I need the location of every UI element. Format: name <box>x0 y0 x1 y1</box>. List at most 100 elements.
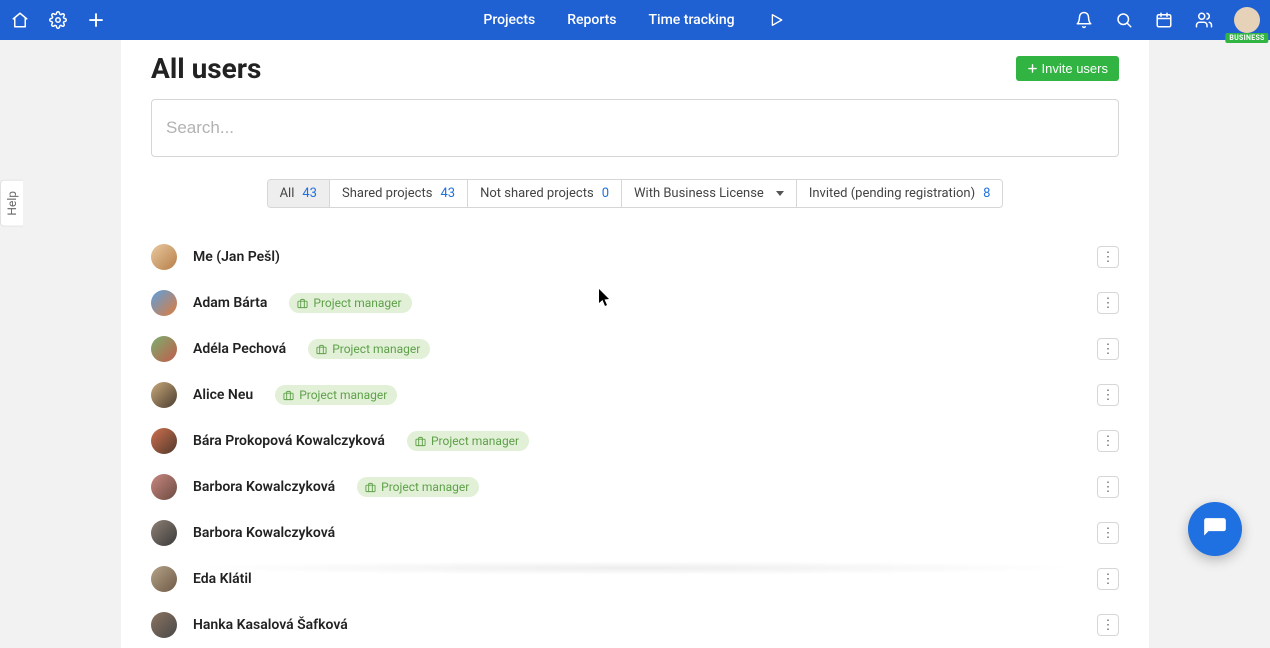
chevron-down-icon <box>776 191 784 196</box>
filter-invited-label: Invited (pending registration) <box>809 186 975 201</box>
row-menu-button[interactable]: ⋮ <box>1097 476 1119 498</box>
filter-shared-count: 43 <box>440 186 455 201</box>
bell-icon[interactable] <box>1074 10 1094 30</box>
row-menu-button[interactable]: ⋮ <box>1097 338 1119 360</box>
user-avatar <box>151 566 177 592</box>
main-panel: All users Invite users All 43 Shared pro… <box>121 40 1149 648</box>
user-row[interactable]: Barbora KowalczykováProject manager⋮ <box>151 464 1119 510</box>
user-row[interactable]: Bára Prokopová Kowalczyková Project manag… <box>151 418 1119 464</box>
search-input[interactable] <box>166 118 1104 138</box>
nav-projects[interactable]: Projects <box>483 12 535 28</box>
row-menu-button[interactable]: ⋮ <box>1097 384 1119 406</box>
user-avatar <box>151 290 177 316</box>
user-avatar <box>151 428 177 454</box>
user-avatar <box>151 244 177 270</box>
role-label: Project manager <box>313 296 401 310</box>
user-name: Adam Bárta <box>193 295 267 311</box>
nav-center: Projects Reports Time tracking <box>483 10 786 30</box>
user-row[interactable]: Barbora Kowalczyková ⋮ <box>151 510 1119 556</box>
user-row[interactable]: Adéla Pechová Project manager ⋮ <box>151 326 1119 372</box>
filter-shared[interactable]: Shared projects 43 <box>330 180 468 207</box>
kebab-icon: ⋮ <box>1102 527 1115 540</box>
filter-invited-count: 8 <box>983 186 990 201</box>
search-icon[interactable] <box>1114 10 1134 30</box>
kebab-icon: ⋮ <box>1102 619 1115 632</box>
role-label: Project manager <box>431 434 519 448</box>
row-menu-button[interactable]: ⋮ <box>1097 430 1119 452</box>
user-row[interactable]: Alice Neu Project manager ⋮ <box>151 372 1119 418</box>
business-badge: BUSINESS <box>1225 33 1268 43</box>
gear-icon[interactable] <box>48 10 68 30</box>
user-name: Adéla Pechová <box>193 341 286 357</box>
role-pill: Project manager <box>289 293 411 313</box>
user-list: Me (Jan Pešl) ⋮ Adam Bárta Project manager ⋮… <box>151 234 1119 648</box>
user-name: Bára Prokopová Kowalczyková <box>193 433 385 449</box>
home-icon[interactable] <box>10 10 30 30</box>
user-name: Eda Klátil <box>193 571 252 587</box>
role-label: Project manager <box>381 480 469 494</box>
kebab-icon: ⋮ <box>1102 297 1115 310</box>
help-tab[interactable]: Help <box>0 180 23 227</box>
kebab-icon: ⋮ <box>1102 389 1115 402</box>
role-pill: Project manager <box>407 431 529 451</box>
filter-business[interactable]: With Business License <box>622 180 797 207</box>
user-avatar <box>151 520 177 546</box>
filter-shared-label: Shared projects <box>342 186 432 201</box>
filter-not-shared-count: 0 <box>602 186 609 201</box>
user-avatar-top[interactable]: BUSINESS <box>1234 7 1260 33</box>
user-name: Me (Jan Pešl) <box>193 249 280 265</box>
filter-not-shared[interactable]: Not shared projects 0 <box>468 180 622 207</box>
calendar-icon[interactable] <box>1154 10 1174 30</box>
role-label: Project manager <box>299 388 387 402</box>
user-avatar <box>151 612 177 638</box>
filter-all-label: All <box>280 186 295 201</box>
filter-business-label: With Business License <box>634 186 764 201</box>
row-menu-button[interactable]: ⋮ <box>1097 522 1119 544</box>
briefcase-icon <box>365 482 376 493</box>
role-pill: Project manager <box>357 477 479 497</box>
briefcase-icon <box>297 298 308 309</box>
chat-icon <box>1202 516 1228 542</box>
kebab-icon: ⋮ <box>1102 251 1115 264</box>
nav-left <box>10 10 106 30</box>
user-name: Hanka Kasalová Šafková <box>193 617 348 633</box>
kebab-icon: ⋮ <box>1102 481 1115 494</box>
user-row[interactable]: Eda Klátil ⋮ <box>151 556 1119 602</box>
invite-users-label: Invite users <box>1042 61 1108 76</box>
invite-users-button[interactable]: Invite users <box>1016 56 1119 81</box>
role-label: Project manager <box>332 342 420 356</box>
briefcase-icon <box>316 344 327 355</box>
search-box[interactable] <box>151 99 1119 157</box>
nav-time-tracking[interactable]: Time tracking <box>649 12 735 28</box>
user-row[interactable]: Adam Bárta Project manager ⋮ <box>151 280 1119 326</box>
filter-all-count: 43 <box>302 186 317 201</box>
briefcase-icon <box>415 436 426 447</box>
filter-group: All 43 Shared projects 43 Not shared pro… <box>267 179 1004 208</box>
user-row[interactable]: Hanka Kasalová Šafková ⋮ <box>151 602 1119 648</box>
page-title: All users <box>151 52 261 85</box>
user-name: Barbora Kowalczyková <box>193 525 335 541</box>
play-icon[interactable] <box>767 10 787 30</box>
filter-not-shared-label: Not shared projects <box>480 186 594 201</box>
kebab-icon: ⋮ <box>1102 435 1115 448</box>
row-menu-button[interactable]: ⋮ <box>1097 292 1119 314</box>
plus-icon[interactable] <box>86 10 106 30</box>
user-name: Alice Neu <box>193 387 253 403</box>
filter-all[interactable]: All 43 <box>268 180 330 207</box>
filter-invited[interactable]: Invited (pending registration) 8 <box>797 180 1003 207</box>
row-menu-button[interactable]: ⋮ <box>1097 246 1119 268</box>
chat-fab[interactable] <box>1188 502 1242 556</box>
role-pill: Project manager <box>308 339 430 359</box>
user-avatar <box>151 336 177 362</box>
row-menu-button[interactable]: ⋮ <box>1097 614 1119 636</box>
role-pill: Project manager <box>275 385 397 405</box>
row-menu-button[interactable]: ⋮ <box>1097 568 1119 590</box>
kebab-icon: ⋮ <box>1102 343 1115 356</box>
user-avatar <box>151 474 177 500</box>
people-icon[interactable] <box>1194 10 1214 30</box>
nav-reports[interactable]: Reports <box>567 12 616 28</box>
user-row[interactable]: Me (Jan Pešl) ⋮ <box>151 234 1119 280</box>
user-avatar <box>151 382 177 408</box>
top-navbar: Projects Reports Time tracking BUSINESS <box>0 0 1270 40</box>
briefcase-icon <box>283 390 294 401</box>
